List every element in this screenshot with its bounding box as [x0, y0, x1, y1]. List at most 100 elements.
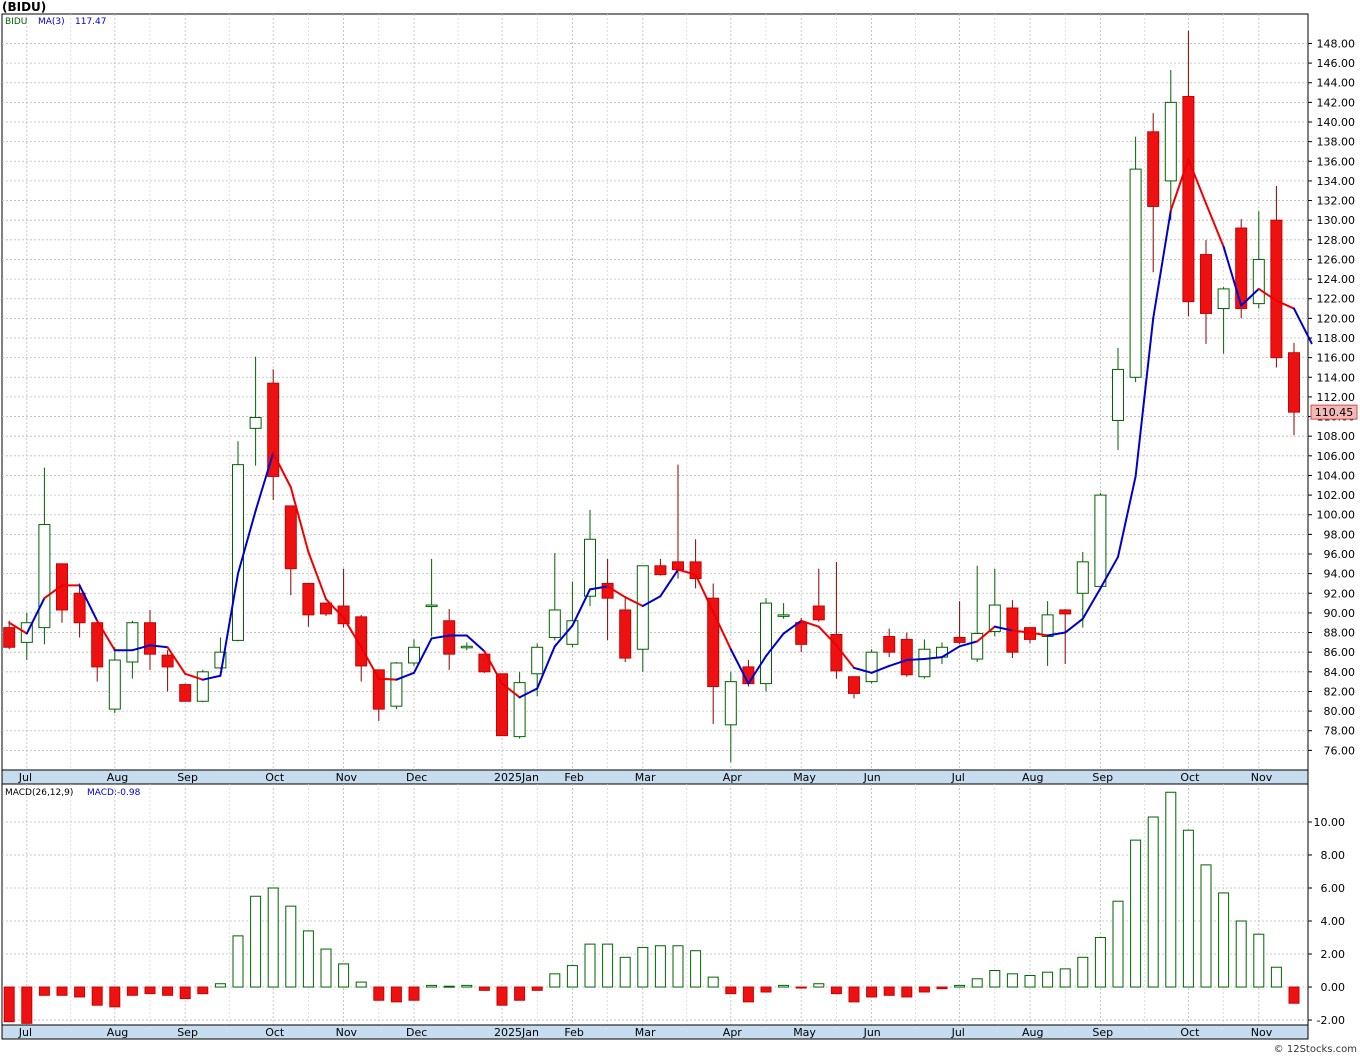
- macd-month-axis: Jul Aug Sep Oct Nov Dec 2025Jan Feb Mar Apr May Jun…: [1, 1024, 1309, 1040]
- month-label: May: [793, 1026, 816, 1039]
- month-label: Oct: [265, 771, 285, 784]
- last-price-marker: 110.45: [1310, 404, 1358, 420]
- month-label: Jul: [18, 1026, 32, 1039]
- candle-body: [38, 524, 51, 629]
- macd-tick-label: 2.00: [1321, 948, 1346, 961]
- price-tick-label: 76.00: [1324, 744, 1356, 757]
- price-tick-label: 80.00: [1324, 705, 1356, 718]
- macd-bar-positive: [461, 984, 473, 988]
- macd-bar-positive: [1059, 968, 1071, 988]
- candle-body: [249, 417, 262, 429]
- price-tick-label: 126.00: [1317, 253, 1356, 266]
- candle-body: [126, 622, 139, 663]
- candle-body: [883, 635, 896, 653]
- month-label: Oct: [1180, 771, 1200, 784]
- month-label: Mar: [635, 771, 656, 784]
- price-tick-label: 122.00: [1317, 293, 1356, 306]
- macd-bar-negative: [109, 986, 121, 1008]
- macd-tick-label: 4.00: [1321, 915, 1346, 928]
- macd-bar-positive: [1112, 900, 1124, 988]
- macd-bar-negative: [1288, 986, 1300, 1004]
- candle-body: [795, 622, 808, 645]
- macd-bar-positive: [989, 970, 1001, 988]
- month-label: Jul: [18, 771, 32, 784]
- macd-bar-negative: [514, 986, 526, 1001]
- macd-bar-negative: [531, 986, 543, 991]
- chart-title: (BIDU): [2, 0, 46, 14]
- month-label: Aug: [107, 1026, 128, 1039]
- macd-bar-negative: [390, 986, 402, 1003]
- candle-body: [1182, 95, 1195, 303]
- candle-body: [548, 609, 561, 638]
- macd-bar-positive: [954, 984, 966, 988]
- month-label: Sep: [1092, 771, 1113, 784]
- macd-bar-positive: [302, 930, 314, 988]
- macd-bar-positive: [584, 943, 596, 988]
- month-label: Sep: [177, 771, 198, 784]
- macd-bar-positive: [1147, 816, 1159, 988]
- macd-bar-positive: [971, 978, 983, 988]
- candle-down: [900, 632, 913, 677]
- month-label: Nov: [1251, 1026, 1273, 1039]
- candle-body: [1059, 609, 1072, 615]
- macd-bar-negative: [408, 986, 420, 1001]
- macd-bar-positive: [338, 963, 350, 988]
- price-tick-label: 86.00: [1324, 646, 1356, 659]
- candle-body: [408, 646, 420, 664]
- candle-body: [1112, 368, 1124, 421]
- macd-bar-positive: [1042, 971, 1054, 988]
- macd-bar-positive: [672, 945, 684, 988]
- candle-down: [320, 602, 332, 616]
- macd-legend-title: MACD(26,12,9): [5, 788, 73, 798]
- macd-bar-positive: [214, 983, 226, 988]
- price-tick-label: 124.00: [1317, 273, 1356, 286]
- macd-bar-negative: [179, 986, 191, 1000]
- macd-bar-positive: [1235, 920, 1247, 988]
- macd-bar-positive: [690, 950, 702, 988]
- price-tick-label: 94.00: [1324, 568, 1356, 581]
- price-tick-label: 116.00: [1317, 352, 1356, 365]
- month-label: Jul: [951, 771, 965, 784]
- price-tick-label: 144.00: [1317, 77, 1356, 90]
- macd-bar-positive: [619, 956, 631, 988]
- macd-bar-positive: [1130, 839, 1142, 988]
- month-label: Jun: [863, 771, 881, 784]
- candle-body: [443, 620, 456, 655]
- month-label: Oct: [1180, 1026, 1200, 1039]
- month-label: Nov: [1251, 771, 1273, 784]
- candle-up: [865, 649, 878, 684]
- price-tick-label: 134.00: [1317, 175, 1356, 188]
- price-tick-label: 130.00: [1317, 214, 1356, 227]
- macd-bar-positive: [1006, 973, 1018, 988]
- price-tick-label: 102.00: [1317, 489, 1356, 502]
- candle-body: [1252, 258, 1265, 305]
- price-tick-label: 114.00: [1317, 371, 1356, 384]
- price-tick-label: 88.00: [1324, 627, 1356, 640]
- macd-bar-negative: [901, 986, 913, 998]
- macd-bar-positive: [566, 965, 578, 988]
- macd-bar-positive: [1077, 956, 1089, 988]
- month-label: 2025Jan: [494, 1026, 539, 1039]
- month-label: Feb: [564, 1026, 583, 1039]
- month-label: Aug: [107, 771, 128, 784]
- macd-bar-positive: [637, 946, 649, 988]
- price-tick-label: 138.00: [1317, 136, 1356, 149]
- footer-credit: © 12Stocks.com: [1274, 1044, 1357, 1055]
- price-tick-label: 148.00: [1317, 37, 1356, 50]
- candle-body: [425, 604, 438, 608]
- candle-body: [108, 659, 121, 710]
- macd-bar-negative: [197, 986, 209, 995]
- candle-body: [1164, 101, 1177, 182]
- month-label: Aug: [1022, 771, 1043, 784]
- month-label: Apr: [723, 1026, 743, 1039]
- candle-body: [196, 671, 209, 702]
- macd-bar-negative: [848, 986, 860, 1003]
- macd-bar-negative: [830, 986, 842, 995]
- price-tick-label: 82.00: [1324, 685, 1356, 698]
- candle-body: [1288, 352, 1300, 413]
- last-price-label: 110.45: [1315, 406, 1354, 419]
- macd-bar-negative: [3, 986, 15, 1023]
- month-label: Jul: [951, 1026, 965, 1039]
- legend-ma-value: 117.47: [75, 17, 107, 27]
- stock-chart: (BIDU) 76.00 78.00 80.00 82.00 84.00 86.00 88.…: [0, 0, 1360, 1056]
